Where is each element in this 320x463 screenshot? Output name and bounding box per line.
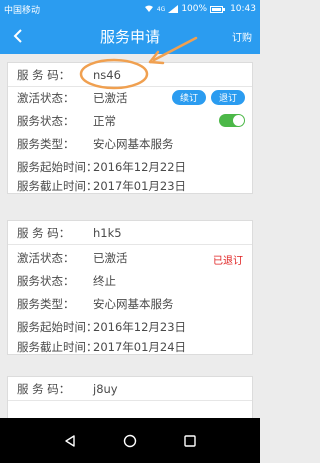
service-status-value: 正常: [93, 113, 116, 128]
start-time-label: 服务起始时间：: [17, 159, 98, 174]
network-type-label: 4G: [156, 5, 166, 13]
unsubscribed-badge: 已退订: [213, 256, 243, 267]
code-row: 服 务 码： h1k5: [8, 221, 252, 244]
divider: [8, 244, 252, 245]
service-status-row: 服务状态： 终止: [8, 269, 252, 292]
code-value: ns46: [93, 67, 121, 82]
end-time-row: 服务截止时间： 2017年01月23日: [8, 176, 252, 195]
nav-home-button[interactable]: [120, 431, 140, 451]
end-time-value: 2017年01月23日: [93, 178, 187, 193]
end-time-label: 服务截止时间：: [17, 178, 98, 193]
square-recent-icon: [184, 434, 196, 447]
code-label: 服 务 码：: [17, 381, 71, 396]
toggle-knob: [233, 115, 244, 126]
signal-icon: [168, 5, 179, 13]
service-type-row: 服务类型： 安心网基本服务: [8, 132, 252, 155]
service-status-label: 服务状态：: [17, 273, 75, 288]
service-card: 服 务 码： ns46 激活状态： 已激活 续订 退订 服务状态： 正常 服务类…: [7, 62, 253, 194]
code-value: j8uy: [93, 381, 118, 396]
service-status-row: 服务状态： 正常: [8, 109, 252, 132]
service-type-label: 服务类型：: [17, 136, 75, 151]
back-button[interactable]: [6, 24, 30, 48]
divider: [8, 400, 252, 401]
nav-recent-button[interactable]: [180, 431, 200, 451]
code-value: h1k5: [93, 225, 122, 240]
service-status-value: 终止: [93, 273, 116, 288]
battery-icon: [210, 5, 226, 13]
start-time-label: 服务起始时间：: [17, 319, 98, 334]
code-row: 服 务 码： ns46: [8, 63, 252, 86]
page-title: 服务申请: [99, 27, 160, 46]
code-label: 服 务 码：: [17, 225, 71, 240]
clock: 10:43: [230, 4, 256, 14]
wifi-icon: [144, 5, 153, 12]
activation-label: 激活状态：: [17, 250, 75, 265]
activation-value: 已激活: [93, 250, 128, 265]
end-time-label: 服务截止时间：: [17, 339, 98, 354]
activation-label: 激活状态：: [17, 90, 75, 105]
service-status-label: 服务状态：: [17, 113, 75, 128]
app-bar: 服务申请 订购: [0, 18, 260, 54]
start-time-value: 2016年12月23日: [93, 319, 187, 334]
service-toggle[interactable]: [219, 114, 245, 127]
service-card: 服 务 码： j8uy: [7, 376, 253, 418]
service-card: 服 务 码： h1k5 激活状态： 已激活 已退订 服务状态： 终止 服务类型：…: [7, 220, 253, 355]
start-time-row: 服务起始时间： 2016年12月22日: [8, 155, 252, 178]
order-button[interactable]: 订购: [232, 29, 252, 44]
circle-home-icon: [123, 434, 137, 447]
battery-percent: 100%: [181, 4, 208, 14]
code-label: 服 务 码：: [17, 67, 71, 82]
end-time-value: 2017年01月24日: [93, 339, 187, 354]
battery-fill: [212, 7, 222, 11]
carrier-label: 中国移动: [4, 5, 41, 16]
service-type-value: 安心网基本服务: [93, 136, 174, 151]
service-type-label: 服务类型：: [17, 296, 75, 311]
triangle-back-icon: [65, 434, 75, 447]
activation-value: 已激活: [93, 90, 128, 105]
end-time-row: 服务截止时间： 2017年01月24日: [8, 337, 252, 356]
nav-back-button[interactable]: [60, 431, 80, 451]
service-type-value: 安心网基本服务: [93, 296, 174, 311]
service-list: 服 务 码： ns46 激活状态： 已激活 续订 退订 服务状态： 正常 服务类…: [0, 54, 260, 418]
unsubscribe-button[interactable]: 退订: [211, 90, 245, 105]
service-type-row: 服务类型： 安心网基本服务: [8, 292, 252, 315]
status-bar: 中国移动 4G 100% 10:43: [0, 0, 260, 18]
renew-button[interactable]: 续订: [172, 90, 206, 105]
start-time-value: 2016年12月22日: [93, 159, 187, 174]
chevron-left-icon: [13, 29, 22, 43]
system-nav-bar: [0, 418, 260, 463]
code-row: 服 务 码： j8uy: [8, 377, 252, 400]
start-time-row: 服务起始时间： 2016年12月23日: [8, 315, 252, 338]
